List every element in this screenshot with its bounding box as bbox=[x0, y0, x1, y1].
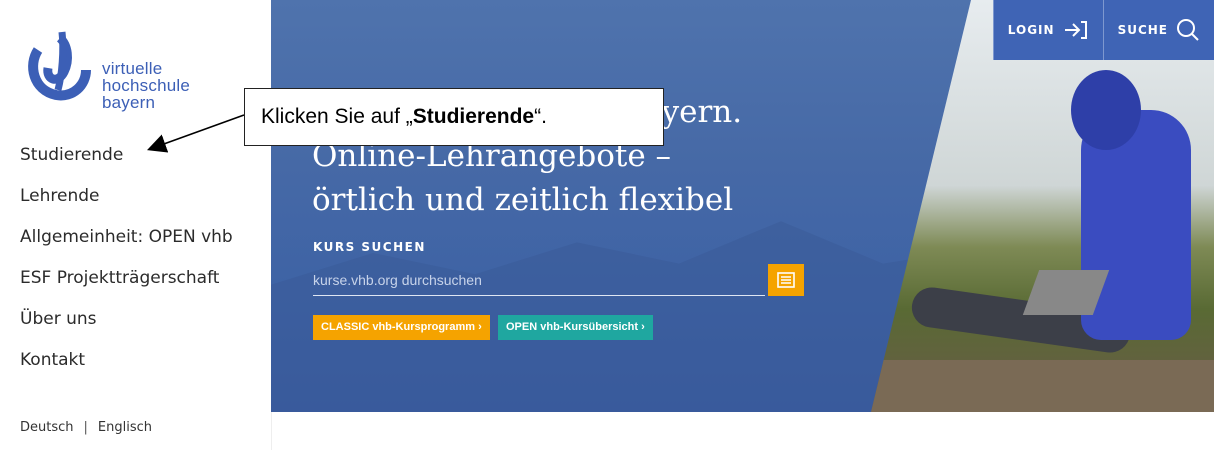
logo-line-2: hochschule bbox=[102, 76, 191, 95]
lang-deutsch[interactable]: Deutsch bbox=[20, 420, 74, 435]
nav-item-allgemeinheit[interactable]: Allgemeinheit: OPEN vhb bbox=[20, 225, 233, 266]
catalog-icon bbox=[777, 272, 795, 288]
sidebar: virtuelle hochschule bayern Studierende … bbox=[0, 0, 272, 450]
chevron-right-icon: › bbox=[478, 321, 482, 333]
logo-line-1: virtuelle bbox=[102, 59, 163, 78]
login-label: LOGIN bbox=[1007, 23, 1055, 37]
language-switcher: Deutsch | Englisch bbox=[20, 420, 152, 435]
course-search-input[interactable] bbox=[313, 265, 765, 296]
hero-mountains bbox=[271, 221, 951, 412]
vhb-logo-icon bbox=[28, 31, 91, 101]
photo-person-head bbox=[1071, 70, 1141, 150]
vhb-logo[interactable]: virtuelle hochschule bayern bbox=[18, 20, 218, 115]
top-bar: LOGIN SUCHE bbox=[992, 0, 1214, 60]
callout-bold: Studierende bbox=[412, 105, 535, 128]
nav-item-lehrende[interactable]: Lehrende bbox=[20, 184, 233, 225]
main-nav: Studierende Lehrende Allgemeinheit: OPEN… bbox=[20, 143, 233, 389]
callout-suffix: “. bbox=[534, 105, 547, 128]
chevron-right-icon: › bbox=[641, 321, 645, 333]
search-icon bbox=[1177, 19, 1199, 41]
hero-photo bbox=[871, 0, 1214, 412]
login-icon bbox=[1064, 21, 1087, 39]
photo-rock bbox=[871, 360, 1214, 412]
nav-item-esf[interactable]: ESF Projektträgerschaft bbox=[20, 266, 233, 307]
search-toggle-label: SUCHE bbox=[1117, 23, 1168, 37]
classic-program-button[interactable]: CLASSIC vhb-Kursprogramm › bbox=[313, 315, 490, 340]
course-search-button[interactable] bbox=[768, 264, 804, 296]
classic-program-label: CLASSIC vhb-Kursprogramm bbox=[321, 321, 476, 333]
instruction-callout: Klicken Sie auf „ Studierende “. bbox=[244, 88, 664, 146]
open-overview-button[interactable]: OPEN vhb-Kursübersicht › bbox=[498, 315, 653, 340]
lang-separator: | bbox=[83, 420, 88, 435]
open-overview-label: OPEN vhb-Kursübersicht bbox=[506, 321, 639, 333]
login-button[interactable]: LOGIN bbox=[992, 0, 1103, 60]
course-search-label: KURS SUCHEN bbox=[313, 240, 426, 254]
nav-item-ueber-uns[interactable]: Über uns bbox=[20, 307, 233, 348]
lang-englisch[interactable]: Englisch bbox=[98, 420, 152, 435]
nav-item-kontakt[interactable]: Kontakt bbox=[20, 348, 233, 389]
logo-text: virtuelle hochschule bayern bbox=[102, 60, 190, 111]
headline-line-3: örtlich und zeitlich flexibel bbox=[312, 182, 734, 218]
callout-arrow-icon bbox=[146, 114, 245, 153]
callout-prefix: Klicken Sie auf „ bbox=[261, 105, 413, 128]
search-toggle-button[interactable]: SUCHE bbox=[1102, 0, 1214, 60]
